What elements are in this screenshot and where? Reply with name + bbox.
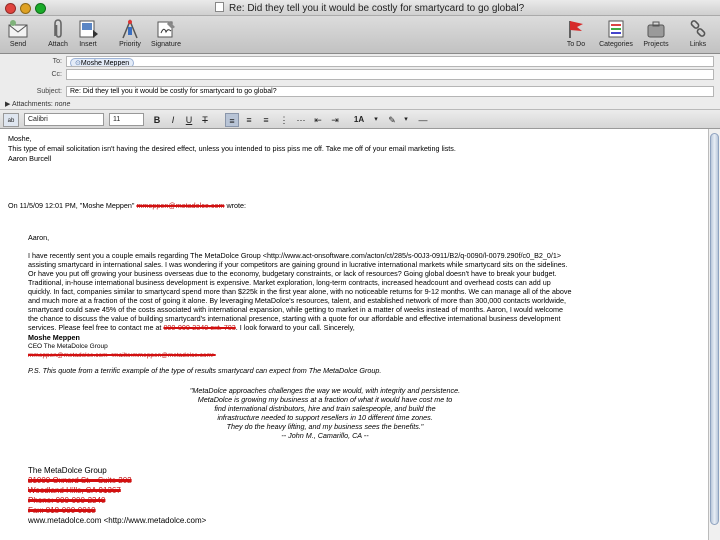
categories-icon (608, 20, 624, 38)
quote-line: quickly. In fact, companies similar to s… (28, 287, 572, 296)
underline-icon[interactable]: U (182, 113, 196, 127)
quote-attribution: On 11/5/09 12:01 PM, "Moshe Meppen" mmep… (8, 201, 247, 210)
quote-line: I have recently sent you a couple emails… (28, 251, 562, 260)
italic-icon[interactable]: I (166, 113, 180, 127)
testimonial-line: "MetaDolce approaches challenges the way… (189, 386, 461, 395)
paperclip-icon (54, 19, 62, 38)
scrollbar-thumb[interactable] (710, 133, 719, 525)
reply-greeting: Moshe, (8, 134, 32, 143)
redacted-sender-email: mmeppen@metadolce.com <mailto:mmeppen@me… (28, 352, 216, 359)
testimonial-attribution: -- John M., Camarillo, CA -- (281, 431, 369, 440)
projects-icon (647, 21, 665, 38)
quote-line: the chance to discuss the value of build… (28, 314, 561, 323)
minimize-window-button[interactable] (20, 3, 31, 14)
indent-icon[interactable]: ⇥ (328, 113, 342, 127)
to-label: To: (52, 58, 62, 65)
company-name: The MetaDolce Group (28, 466, 107, 475)
ps-line: P.S. This quote from a terrific example … (28, 366, 382, 375)
numbered-list-icon[interactable]: ⋯ (294, 113, 308, 127)
insert-button[interactable]: Insert (70, 18, 106, 48)
attachments-row[interactable]: ▶ Attachments: none (5, 100, 70, 108)
vertical-scrollbar[interactable] (708, 129, 720, 540)
bold-icon[interactable]: B (150, 113, 164, 127)
priority-button[interactable]: Priority (112, 18, 148, 48)
company-website-link[interactable]: www.metadolce.com <http://www.metadolce.… (28, 516, 206, 525)
align-right-icon[interactable]: ≡ (259, 113, 273, 127)
outdent-icon[interactable]: ⇤ (311, 113, 325, 127)
testimonial-line: infrastructure needed to support reselle… (217, 413, 433, 422)
redacted-fax: Fax: 818-000-0010 (28, 506, 96, 515)
priority-icon (122, 19, 138, 39)
redacted-email: mmeppen@metadolce.com (136, 201, 225, 210)
title-bar: Re: Did they tell you it would be costly… (0, 0, 720, 16)
quote-line: and much more at a fraction of the cost … (28, 296, 566, 305)
chevron-down-icon[interactable]: ▾ (372, 113, 380, 127)
document-icon (215, 2, 224, 12)
bullet-list-icon[interactable]: ⋮ (277, 113, 291, 127)
quote-salutation: Aaron, (28, 233, 50, 242)
quote-line: Traditional, in-house international busi… (28, 278, 551, 287)
chevron-down-icon[interactable]: ▾ (402, 113, 410, 127)
send-icon (8, 20, 28, 38)
insert-icon (79, 20, 98, 38)
message-body[interactable]: Moshe, This type of email solicitation i… (0, 129, 708, 540)
subject-label: Subject: (36, 88, 62, 95)
font-color-icon[interactable]: 1A (350, 113, 368, 127)
quote-line: Or have you put off growing your busines… (28, 269, 557, 278)
window-title: Re: Did they tell you it would be costly… (215, 2, 524, 14)
toolbar: Send Attach Insert Priority Signature To… (0, 16, 720, 54)
to-field[interactable]: Moshe Meppen (66, 56, 714, 67)
redacted-phone: Phone: 000-000-2340 (28, 496, 106, 505)
message-header: To: Moshe Meppen Cc: Subject: Re: Did th… (0, 55, 720, 99)
links-icon (690, 20, 706, 37)
zoom-window-button[interactable] (35, 3, 46, 14)
redacted-phone: 000-000-2340 ext. 703 (163, 323, 236, 332)
strikethrough-icon[interactable]: T (198, 113, 212, 127)
links-button[interactable]: Links (680, 18, 716, 48)
send-button[interactable]: Send (0, 18, 36, 48)
reply-signoff: Aaron Burcell (8, 154, 52, 163)
quote-line: assisting smartycard in international sa… (28, 260, 568, 269)
quote-line: smartycard could save 45% of the costs a… (28, 305, 563, 314)
signature-icon (157, 21, 175, 38)
subject-field[interactable]: Re: Did they tell you it would be costly… (66, 86, 714, 97)
flag-icon (569, 21, 583, 38)
horizontal-rule-icon[interactable]: — (416, 113, 430, 127)
align-center-icon[interactable]: ≡ (242, 113, 256, 127)
format-bar: ab Calibri 11 B I U T ≡ ≡ ≡ ⋮ ⋯ ⇤ ⇥ 1A ▾… (0, 109, 720, 129)
sender-title: CEO The MetaDolce Group (28, 343, 108, 350)
highlight-icon[interactable]: ✎ (384, 113, 400, 127)
signature-button[interactable]: Signature (148, 18, 184, 48)
styles-icon[interactable]: ab (3, 113, 19, 127)
font-select[interactable]: Calibri (24, 113, 104, 126)
testimonial-line: They do the heavy lifting, and my busine… (226, 422, 424, 431)
reply-line: This type of email solicitation isn't ha… (8, 144, 456, 153)
cc-label: Cc: (51, 71, 63, 78)
redacted-address: 21000 Oxnard St. - Suite 202 (28, 476, 132, 485)
quote-line-contact: services. Please feel free to contact me… (28, 323, 355, 332)
redacted-city: Woodland Hills, CA 91367 (28, 486, 121, 495)
mail-compose-window: Re: Did they tell you it would be costly… (0, 0, 720, 540)
testimonial-line: find international distributors, hire an… (214, 404, 436, 413)
testimonial-line: MetaDolce is growing my business at a fr… (197, 395, 453, 404)
align-left-icon[interactable]: ≡ (225, 113, 239, 127)
disclosure-triangle-icon[interactable]: ▶ (5, 101, 12, 108)
close-window-button[interactable] (5, 3, 16, 14)
todo-button[interactable]: To Do (558, 18, 594, 48)
font-size-select[interactable]: 11 (109, 113, 144, 126)
cc-field[interactable] (66, 69, 714, 80)
sender-name: Moshe Meppen (28, 333, 80, 342)
categories-button[interactable]: Categories (598, 18, 634, 48)
recipient-chip[interactable]: Moshe Meppen (70, 58, 135, 66)
projects-button[interactable]: Projects (638, 18, 674, 48)
